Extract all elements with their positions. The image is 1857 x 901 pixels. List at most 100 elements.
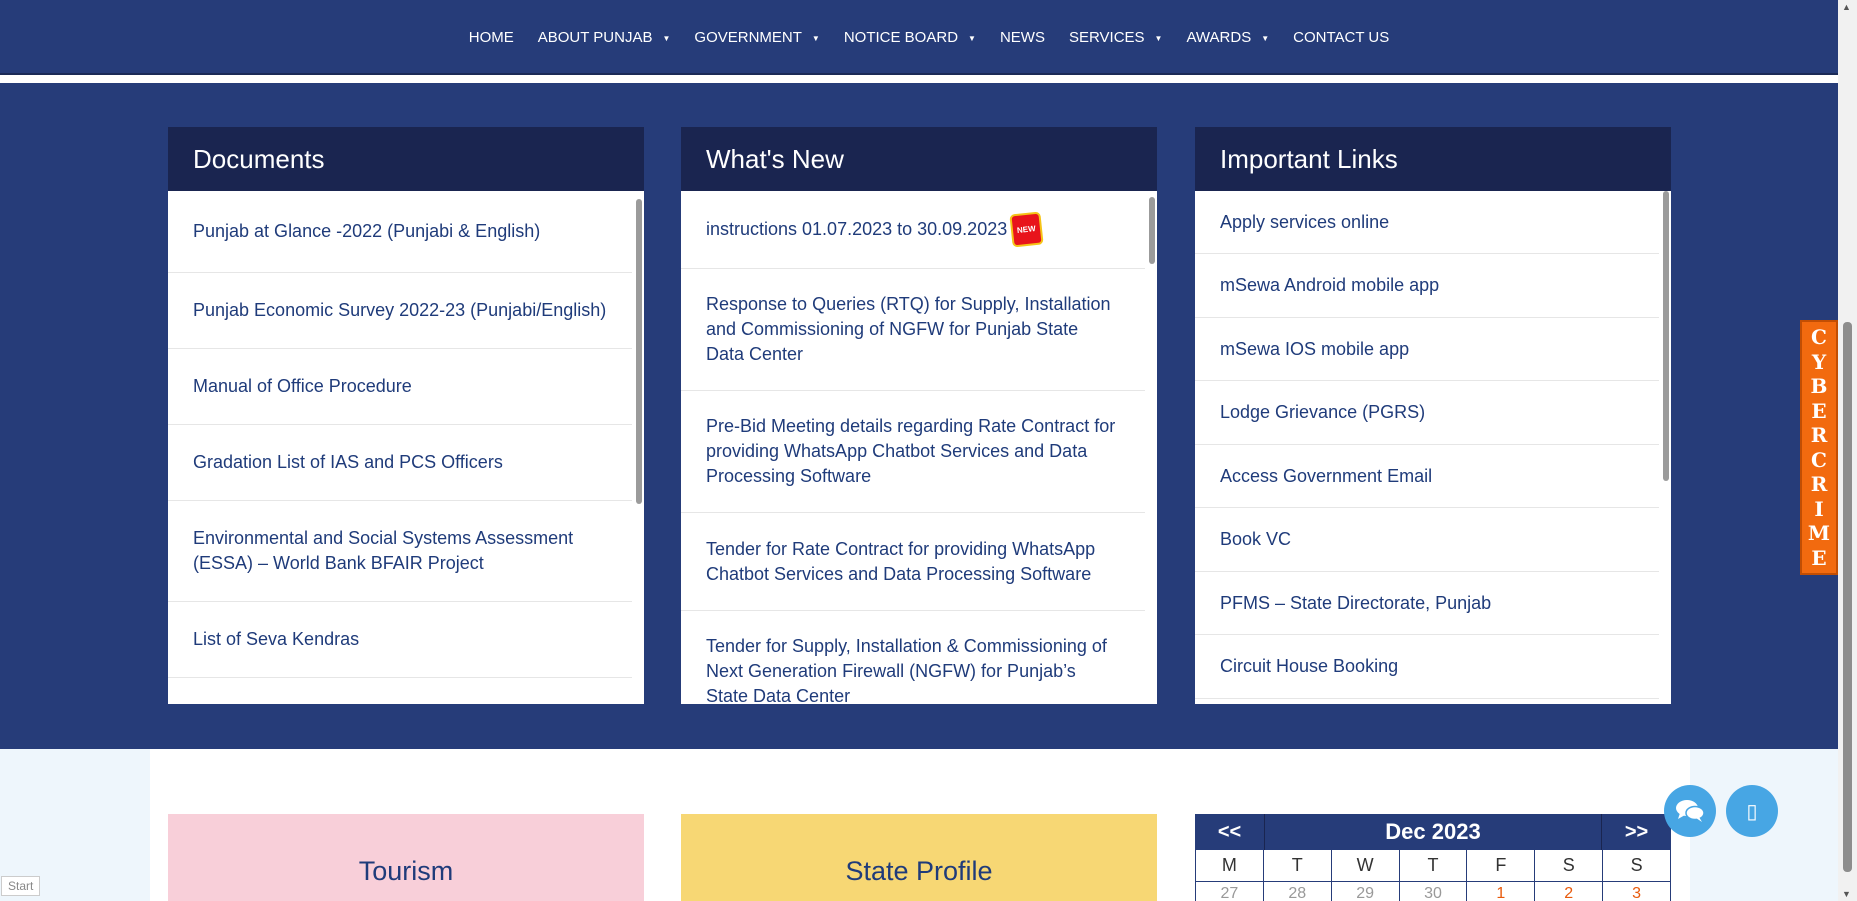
new-badge-icon: NEW bbox=[1011, 213, 1042, 246]
calendar-header: << Dec 2023 >> bbox=[1195, 814, 1671, 850]
documents-item[interactable]: Environmental and Social Systems Assessm… bbox=[168, 501, 632, 602]
nav-contact-us[interactable]: CONTACT US bbox=[1293, 29, 1389, 46]
scroll-up-icon[interactable]: ▲ bbox=[1842, 2, 1851, 12]
whats-new-scrollbar[interactable] bbox=[1147, 191, 1157, 704]
calendar-date[interactable]: 28 bbox=[1264, 882, 1332, 901]
important-links-title: Important Links bbox=[1195, 127, 1671, 191]
cyber-crime-letter: I bbox=[1814, 496, 1824, 521]
caret-down-icon: ▼ bbox=[662, 33, 671, 43]
important-link-item[interactable]: Book VC bbox=[1195, 508, 1659, 572]
chat-bubbles-icon bbox=[1676, 800, 1705, 822]
important-links-list[interactable]: Apply services online mSewa Android mobi… bbox=[1195, 191, 1671, 704]
calendar-weekdays: M T W T F S S bbox=[1195, 850, 1672, 882]
whats-new-item[interactable]: Pre-Bid Meeting details regarding Rate C… bbox=[681, 391, 1145, 513]
accessibility-icon: ▯ bbox=[1746, 800, 1758, 823]
whats-new-list[interactable]: instructions 01.07.2023 to 30.09.2023 NE… bbox=[681, 191, 1157, 704]
nav-news-label: NEWS bbox=[999, 29, 1045, 46]
calendar-next-button[interactable]: >> bbox=[1601, 814, 1671, 850]
cyber-crime-letter: C bbox=[1811, 325, 1827, 349]
documents-scroll-thumb[interactable] bbox=[636, 199, 642, 504]
documents-item[interactable]: Punjab at Glance -2022 (Punjabi & Englis… bbox=[168, 191, 632, 273]
weekday-label: W bbox=[1331, 850, 1400, 882]
important-link-item[interactable]: mSewa Android mobile app bbox=[1195, 254, 1659, 318]
calendar-date-row: 27 28 29 30 1 2 3 bbox=[1195, 882, 1671, 901]
cyber-crime-tab[interactable]: C Y B E R C R I M E bbox=[1800, 320, 1838, 575]
top-navigation: HOME ABOUT PUNJAB ▼ GOVERNMENT ▼ NOTICE BO… bbox=[0, 0, 1838, 75]
nav-awards[interactable]: AWARDS ▼ bbox=[1186, 29, 1269, 46]
nav-about-punjab-label: ABOUT PUNJAB bbox=[537, 29, 653, 46]
cyber-crime-letter: B bbox=[1810, 374, 1828, 398]
documents-list[interactable]: Punjab at Glance -2022 (Punjabi & Englis… bbox=[168, 191, 644, 704]
nav-home-label: HOME bbox=[468, 29, 514, 46]
caret-down-icon: ▼ bbox=[811, 33, 820, 43]
important-link-item[interactable]: Circuit House Booking bbox=[1195, 635, 1659, 699]
documents-panel: Documents Punjab at Glance -2022 (Punjab… bbox=[168, 127, 644, 704]
whats-new-item-label: instructions 01.07.2023 to 30.09.2023 bbox=[706, 219, 1008, 239]
page-scrollbar[interactable]: ▲ ▼ bbox=[1838, 0, 1857, 901]
calendar-date[interactable]: 1 bbox=[1467, 882, 1536, 901]
important-links-scroll-thumb[interactable] bbox=[1663, 191, 1669, 481]
nav-news[interactable]: NEWS bbox=[1000, 29, 1045, 46]
calendar-date[interactable]: 2 bbox=[1535, 882, 1604, 901]
accessibility-button[interactable]: ▯ bbox=[1726, 785, 1778, 837]
weekday-label: F bbox=[1467, 850, 1536, 882]
important-link-item[interactable]: Apply services online bbox=[1195, 191, 1659, 254]
calendar-date[interactable]: 3 bbox=[1603, 882, 1671, 901]
whats-new-scroll-thumb[interactable] bbox=[1149, 197, 1155, 264]
whats-new-title: What's New bbox=[681, 127, 1157, 191]
cyber-crime-letter: Y bbox=[1811, 349, 1827, 374]
whats-new-item[interactable]: Tender for Supply, Installation & Commis… bbox=[681, 611, 1145, 704]
calendar-date[interactable]: 27 bbox=[1196, 882, 1264, 901]
calendar-date[interactable]: 29 bbox=[1332, 882, 1400, 901]
cyber-crime-letter: C bbox=[1811, 447, 1827, 472]
state-profile-card[interactable]: State Profile bbox=[681, 814, 1157, 901]
caret-down-icon: ▼ bbox=[1154, 33, 1163, 43]
caret-down-icon: ▼ bbox=[968, 33, 976, 43]
weekday-label: T bbox=[1263, 850, 1332, 882]
important-link-item[interactable]: Lodge Grievance (PGRS) bbox=[1195, 381, 1659, 445]
scroll-down-icon[interactable]: ▼ bbox=[1842, 889, 1851, 899]
nav-notice-board-label: NOTICE BOARD bbox=[843, 29, 959, 46]
important-links-scrollbar[interactable] bbox=[1661, 191, 1671, 704]
important-link-item[interactable]: mSewa IOS mobile app bbox=[1195, 318, 1659, 381]
documents-scrollbar[interactable] bbox=[634, 191, 644, 704]
page-scroll-thumb[interactable] bbox=[1843, 322, 1852, 872]
cyber-crime-letter: M bbox=[1807, 521, 1831, 545]
nav-notice-board[interactable]: NOTICE BOARD ▼ bbox=[844, 29, 976, 46]
cyber-crime-letter: R bbox=[1810, 423, 1828, 447]
event-calendar: << Dec 2023 >> M T W T F S S 27 28 29 30… bbox=[1195, 814, 1672, 901]
calendar-month-title: Dec 2023 bbox=[1385, 819, 1481, 844]
documents-item[interactable]: Gradation List of IAS and PCS Officers bbox=[168, 425, 632, 501]
chat-button[interactable] bbox=[1664, 785, 1716, 837]
nav-government[interactable]: GOVERNMENT ▼ bbox=[694, 29, 819, 46]
weekday-label: S bbox=[1535, 850, 1604, 882]
documents-item[interactable]: Punjab Economic Survey 2022-23 (Punjabi/… bbox=[168, 273, 632, 349]
whats-new-item[interactable]: Response to Queries (RTQ) for Supply, In… bbox=[681, 269, 1145, 391]
cyber-crime-letter: R bbox=[1810, 472, 1828, 496]
cyber-crime-letter: E bbox=[1811, 545, 1827, 570]
nav-about-punjab[interactable]: ABOUT PUNJAB ▼ bbox=[538, 29, 671, 46]
nav-services-label: SERVICES bbox=[1068, 29, 1145, 46]
tourism-card[interactable]: Tourism bbox=[168, 814, 644, 901]
nav-government-label: GOVERNMENT bbox=[694, 29, 802, 46]
nav-services[interactable]: SERVICES ▼ bbox=[1069, 29, 1163, 46]
whats-new-item[interactable]: Tender for Rate Contract for providing W… bbox=[681, 513, 1145, 611]
documents-title: Documents bbox=[168, 127, 644, 191]
whats-new-item[interactable]: instructions 01.07.2023 to 30.09.2023 NE… bbox=[681, 191, 1145, 269]
documents-item[interactable]: List of Seva Kendras bbox=[168, 602, 632, 678]
cyber-crime-letter: E bbox=[1811, 398, 1827, 423]
important-links-panel: Important Links Apply services online mS… bbox=[1195, 127, 1671, 704]
important-link-item[interactable]: Access Government Email bbox=[1195, 445, 1659, 508]
nav-home[interactable]: HOME bbox=[469, 29, 514, 46]
nav-contact-us-label: CONTACT US bbox=[1293, 29, 1390, 46]
important-link-item[interactable]: PFMS – State Directorate, Punjab bbox=[1195, 572, 1659, 635]
calendar-date[interactable]: 30 bbox=[1400, 882, 1468, 901]
caret-down-icon: ▼ bbox=[1261, 33, 1270, 43]
weekday-label: T bbox=[1399, 850, 1468, 882]
divider bbox=[0, 75, 1838, 83]
calendar-prev-button[interactable]: << bbox=[1195, 814, 1265, 850]
tourism-card-label: Tourism bbox=[358, 856, 454, 886]
start-label: Start bbox=[1, 876, 41, 896]
nav-awards-label: AWARDS bbox=[1186, 29, 1252, 46]
documents-item[interactable]: Manual of Office Procedure bbox=[168, 349, 632, 425]
